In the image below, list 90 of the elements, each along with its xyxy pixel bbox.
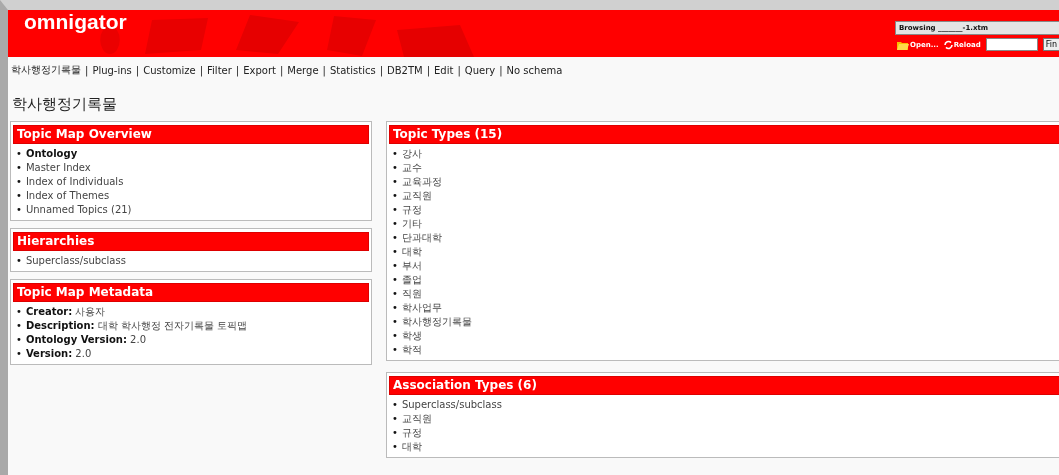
- list-item[interactable]: Ontology: [25, 147, 78, 161]
- nav-link[interactable]: 학사행정기록물: [11, 63, 81, 77]
- bullet: •: [392, 217, 398, 231]
- nav-link[interactable]: Plug-ins: [92, 64, 132, 76]
- bullet: •: [16, 161, 22, 175]
- list-item[interactable]: 대학: [401, 440, 422, 454]
- logo: omnigator: [24, 10, 127, 34]
- list-item[interactable]: 학적: [401, 343, 422, 357]
- list-item[interactable]: 교수: [401, 161, 422, 175]
- list-item[interactable]: Description: 대학 학사행정 전자기록물 토픽맵: [25, 319, 248, 333]
- list-item[interactable]: Ontology Version: 2.0: [25, 333, 146, 347]
- list-item[interactable]: 학사행정기록물: [401, 315, 472, 329]
- nav-link[interactable]: DB2TM: [387, 64, 423, 76]
- list-item[interactable]: 교육과정: [401, 175, 442, 189]
- bullet: •: [16, 203, 22, 217]
- bullet: •: [392, 273, 398, 287]
- list-item[interactable]: 직원: [401, 287, 422, 301]
- list-item[interactable]: 졸업: [401, 273, 422, 287]
- panel-title: Topic Map Overview: [13, 125, 369, 144]
- separator: |: [135, 64, 140, 76]
- list-item[interactable]: 부서: [401, 259, 422, 273]
- bullet: •: [16, 333, 22, 347]
- bullet: •: [392, 147, 398, 161]
- bullet: •: [16, 305, 22, 319]
- list-item[interactable]: Index of Individuals: [25, 175, 124, 189]
- bullet: •: [392, 175, 398, 189]
- panel-title: Hierarchies: [13, 232, 369, 251]
- separator: |: [426, 64, 431, 76]
- separator: |: [199, 64, 204, 76]
- bullet: •: [392, 203, 398, 217]
- bullet: •: [16, 175, 22, 189]
- list-item[interactable]: Superclass/subclass: [401, 398, 502, 412]
- bullet: •: [392, 301, 398, 315]
- separator: |: [235, 64, 240, 76]
- separator: |: [85, 64, 89, 76]
- page-title: 학사행정기록물: [12, 95, 118, 115]
- list-item[interactable]: 교직원: [401, 412, 432, 426]
- find-button[interactable]: Fin: [1042, 38, 1059, 51]
- list-item[interactable]: 강사: [401, 147, 422, 161]
- list-item[interactable]: 학생: [401, 329, 422, 343]
- separator: |: [279, 64, 284, 76]
- nav-link[interactable]: Merge: [287, 64, 319, 76]
- nav-link[interactable]: No schema: [506, 64, 563, 76]
- list-item[interactable]: Index of Themes: [25, 189, 110, 203]
- list-item[interactable]: 기타: [401, 217, 422, 231]
- bullet: •: [392, 440, 398, 454]
- bullet: •: [392, 315, 398, 329]
- bullet: •: [392, 287, 398, 301]
- list-item[interactable]: Superclass/subclass: [25, 254, 126, 268]
- bullet: •: [392, 231, 398, 245]
- separator: |: [322, 64, 326, 76]
- list-item[interactable]: 교직원: [401, 189, 432, 203]
- bullet: •: [392, 398, 398, 412]
- nav-link[interactable]: Filter: [207, 64, 232, 76]
- bullet: •: [16, 347, 22, 361]
- list-item[interactable]: Unnamed Topics (21): [25, 203, 132, 217]
- panel-title: Association Types (6): [389, 376, 1059, 395]
- separator: |: [379, 64, 383, 76]
- bullet: •: [16, 319, 22, 333]
- find-field[interactable]: [985, 38, 1038, 51]
- folder-icon: [897, 39, 909, 50]
- bullet: •: [16, 147, 22, 161]
- bullet: •: [392, 329, 398, 343]
- bullet: •: [392, 259, 398, 273]
- list-item[interactable]: 단과대학: [401, 231, 442, 245]
- list-item[interactable]: Master Index: [25, 161, 91, 175]
- list-item[interactable]: 대학: [401, 245, 422, 259]
- bullet: •: [392, 412, 398, 426]
- bullet: •: [392, 245, 398, 259]
- bullet: •: [16, 189, 22, 203]
- panel-title: Topic Types (15): [389, 125, 1059, 144]
- bullet: •: [16, 254, 22, 268]
- separator: |: [499, 64, 503, 76]
- nav-link[interactable]: Query: [464, 64, 496, 76]
- bullet: •: [392, 161, 398, 175]
- list-item[interactable]: Creator: 사용자: [25, 305, 106, 319]
- panel-title: Topic Map Metadata: [13, 283, 369, 302]
- nav-link[interactable]: Customize: [143, 64, 196, 76]
- bullet: •: [392, 343, 398, 357]
- bullet: •: [392, 189, 398, 203]
- nav-link[interactable]: Export: [243, 64, 276, 76]
- list-item[interactable]: 규정: [401, 426, 422, 440]
- bullet: •: [392, 426, 398, 440]
- nav-link[interactable]: Edit: [434, 64, 454, 76]
- nav-link[interactable]: Statistics: [329, 64, 376, 76]
- list-item[interactable]: 규정: [401, 203, 422, 217]
- reload-icon: [943, 39, 953, 50]
- separator: |: [457, 64, 461, 76]
- list-item[interactable]: Version: 2.0: [25, 347, 92, 361]
- list-item[interactable]: 학사업무: [401, 301, 442, 315]
